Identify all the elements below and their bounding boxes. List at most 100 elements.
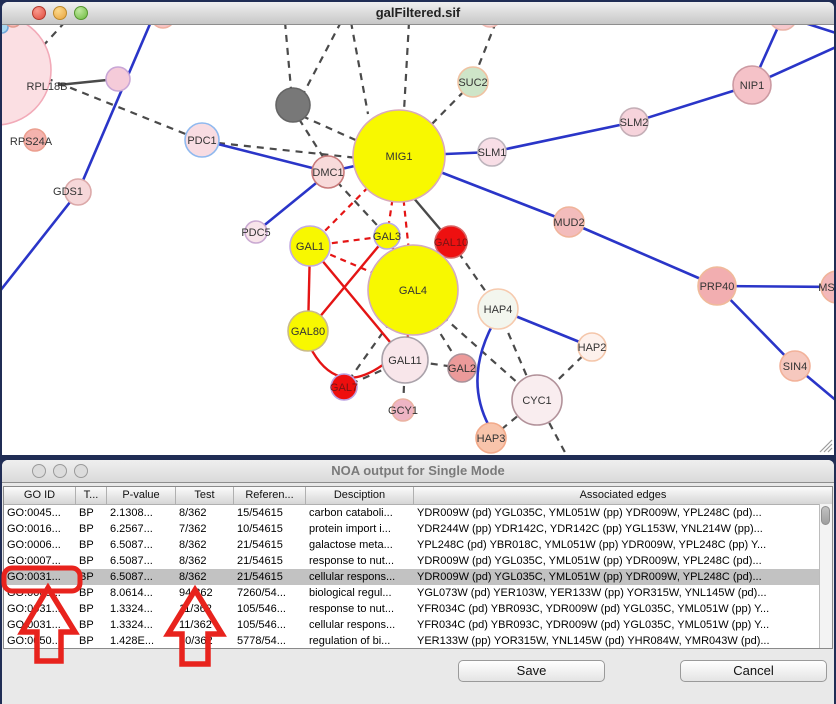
table-cell: BP xyxy=(76,585,107,601)
node-label: SLM1 xyxy=(478,147,507,159)
node-label: GAL80 xyxy=(291,326,325,338)
table-row[interactable]: GO:0006...BP6.5087...8/36221/54615galact… xyxy=(4,537,819,553)
node-unlabeled[interactable] xyxy=(2,24,51,125)
table-cell: cellular respons... xyxy=(306,569,414,585)
table-cell: 105/546... xyxy=(234,617,306,633)
table-cell: protein import i... xyxy=(306,521,414,537)
network-edge xyxy=(404,24,409,111)
minimize-button-icon[interactable] xyxy=(53,6,67,20)
table-row[interactable]: GO:0007...BP6.5087...8/36221/54615respon… xyxy=(4,553,819,569)
column-header[interactable]: Referen... xyxy=(234,487,306,504)
minimize-button-icon[interactable] xyxy=(53,464,67,478)
table-cell: BP xyxy=(76,569,107,585)
table-cell: 7/362 xyxy=(176,521,234,537)
zoom-button-icon[interactable] xyxy=(74,464,88,478)
table-cell: YDR244W (pp) YDR142C, YDR142C (pp) YGL15… xyxy=(414,521,819,537)
node-label: HAP2 xyxy=(578,342,607,354)
node-RPL18B[interactable] xyxy=(106,67,130,91)
node-label: GAL11 xyxy=(388,355,421,367)
table-cell: 21/54615 xyxy=(234,537,306,553)
column-header[interactable]: GO ID xyxy=(4,487,76,504)
column-header[interactable]: P-value xyxy=(107,487,176,504)
table-cell: response to nut... xyxy=(306,601,414,617)
column-header[interactable]: T... xyxy=(76,487,107,504)
node-label: GAL2 xyxy=(448,363,476,375)
table-cell: YDR009W (pd) YGL035C, YML051W (pp) YDR00… xyxy=(414,569,819,585)
table-cell: YGL073W (pd) YER103W, YER133W (pp) YOR31… xyxy=(414,585,819,601)
table-cell: 11/362 xyxy=(176,601,234,617)
column-header[interactable]: Desciption xyxy=(306,487,414,504)
table-cell: YPL248C (pd) YBR018C, YML051W (pp) YDR00… xyxy=(414,537,819,553)
table-cell: galactose meta... xyxy=(306,537,414,553)
table-row[interactable]: GO:0031...BP6.5087...8/36221/54615cellul… xyxy=(4,569,819,585)
table-cell: 21/54615 xyxy=(234,569,306,585)
close-button-icon[interactable] xyxy=(32,464,46,478)
table-cell: 94/362 xyxy=(176,585,234,601)
column-header[interactable]: Associated edges xyxy=(414,487,832,504)
table-cell: 80/362 xyxy=(176,633,234,648)
table-cell: 8/362 xyxy=(176,537,234,553)
table-cell: 1.3324... xyxy=(107,601,176,617)
cancel-button[interactable]: Cancel xyxy=(680,660,827,682)
table-cell: 8/362 xyxy=(176,569,234,585)
table-cell: GO:0065... xyxy=(4,585,76,601)
table-row[interactable]: GO:0016...BP6.2567...7/36210/54615protei… xyxy=(4,521,819,537)
table-cell: 15/54615 xyxy=(234,505,306,521)
network-edge xyxy=(492,122,634,152)
node-label: MUD2 xyxy=(553,217,584,229)
table-cell: YDR009W (pd) YGL035C, YML051W (pp) YDR00… xyxy=(414,505,819,521)
close-button-icon[interactable] xyxy=(32,6,46,20)
table-cell: 6.5087... xyxy=(107,537,176,553)
column-header[interactable]: Test xyxy=(176,487,234,504)
network-canvas[interactable]: RPL18BRPS24AGDS1PDC1MIG1DMC1SUC2SLM1SLM2… xyxy=(2,24,834,455)
node-label: GDS1 xyxy=(53,186,83,198)
scrollbar-thumb[interactable] xyxy=(821,506,830,525)
table-cell: 8/362 xyxy=(176,553,234,569)
noa-window-titlebar[interactable]: NOA output for Single Mode xyxy=(2,460,834,483)
table-cell: biological regul... xyxy=(306,585,414,601)
network-edge xyxy=(302,116,360,142)
table-cell: GO:0016... xyxy=(4,521,76,537)
table-cell: response to nut... xyxy=(306,553,414,569)
table-cell: YER133W (pp) YOR315W, YNL145W (pd) YHR08… xyxy=(414,633,819,648)
node-label: GAL4 xyxy=(399,285,427,297)
table-row[interactable]: GO:0031...BP1.3324...11/362105/546...cel… xyxy=(4,617,819,633)
table-cell: 6.5087... xyxy=(107,569,176,585)
node-label: GAL10 xyxy=(434,237,468,249)
desktop: { "colors": { "desktop": "#202d55", "ann… xyxy=(0,0,836,704)
network-edge xyxy=(300,24,341,100)
traffic-lights xyxy=(32,464,88,478)
table-cell: 1.428E... xyxy=(107,633,176,648)
table-cell: BP xyxy=(76,505,107,521)
node-label: RPS24A xyxy=(10,136,53,148)
node-unlabeled[interactable] xyxy=(276,88,310,122)
node-label: PDC5 xyxy=(241,227,270,239)
zoom-button-icon[interactable] xyxy=(74,6,88,20)
table-cell: BP xyxy=(76,617,107,633)
graph-window-title: galFiltered.sif xyxy=(376,5,461,20)
table-cell: 2.1308... xyxy=(107,505,176,521)
table-cell: GO:0031... xyxy=(4,617,76,633)
table-row[interactable]: GO:0065...BP8.0614...94/3627260/54...bio… xyxy=(4,585,819,601)
table-cell: GO:0007... xyxy=(4,553,76,569)
node-label: RPL18B xyxy=(27,81,68,93)
node-label: GAL1 xyxy=(296,241,324,253)
table-cell: 105/546... xyxy=(234,601,306,617)
node-label: SIN4 xyxy=(783,361,807,373)
table-row[interactable]: GO:0031...BP1.3324...11/362105/546...res… xyxy=(4,601,819,617)
table-cell: 6.5087... xyxy=(107,553,176,569)
graph-window-titlebar[interactable]: galFiltered.sif xyxy=(2,2,834,25)
table-row[interactable]: GO:0045...BP2.1308...8/36215/54615carbon… xyxy=(4,505,819,521)
vertical-scrollbar[interactable] xyxy=(819,504,832,648)
network-edge xyxy=(2,192,78,291)
network-edge xyxy=(477,24,496,70)
traffic-lights xyxy=(32,6,88,20)
table-body: GO:0045...BP2.1308...8/36215/54615carbon… xyxy=(4,504,819,648)
node-label: SUC2 xyxy=(458,77,487,89)
table-cell: 10/54615 xyxy=(234,521,306,537)
results-table: GO IDT...P-valueTestReferen...Desciption… xyxy=(3,486,833,649)
table-row[interactable]: GO:0050...BP1.428E...80/3625778/54...reg… xyxy=(4,633,819,648)
noa-output-window: NOA output for Single Mode GO IDT...P-va… xyxy=(2,460,834,704)
table-cell: 8/362 xyxy=(176,505,234,521)
save-button[interactable]: Save xyxy=(458,660,605,682)
